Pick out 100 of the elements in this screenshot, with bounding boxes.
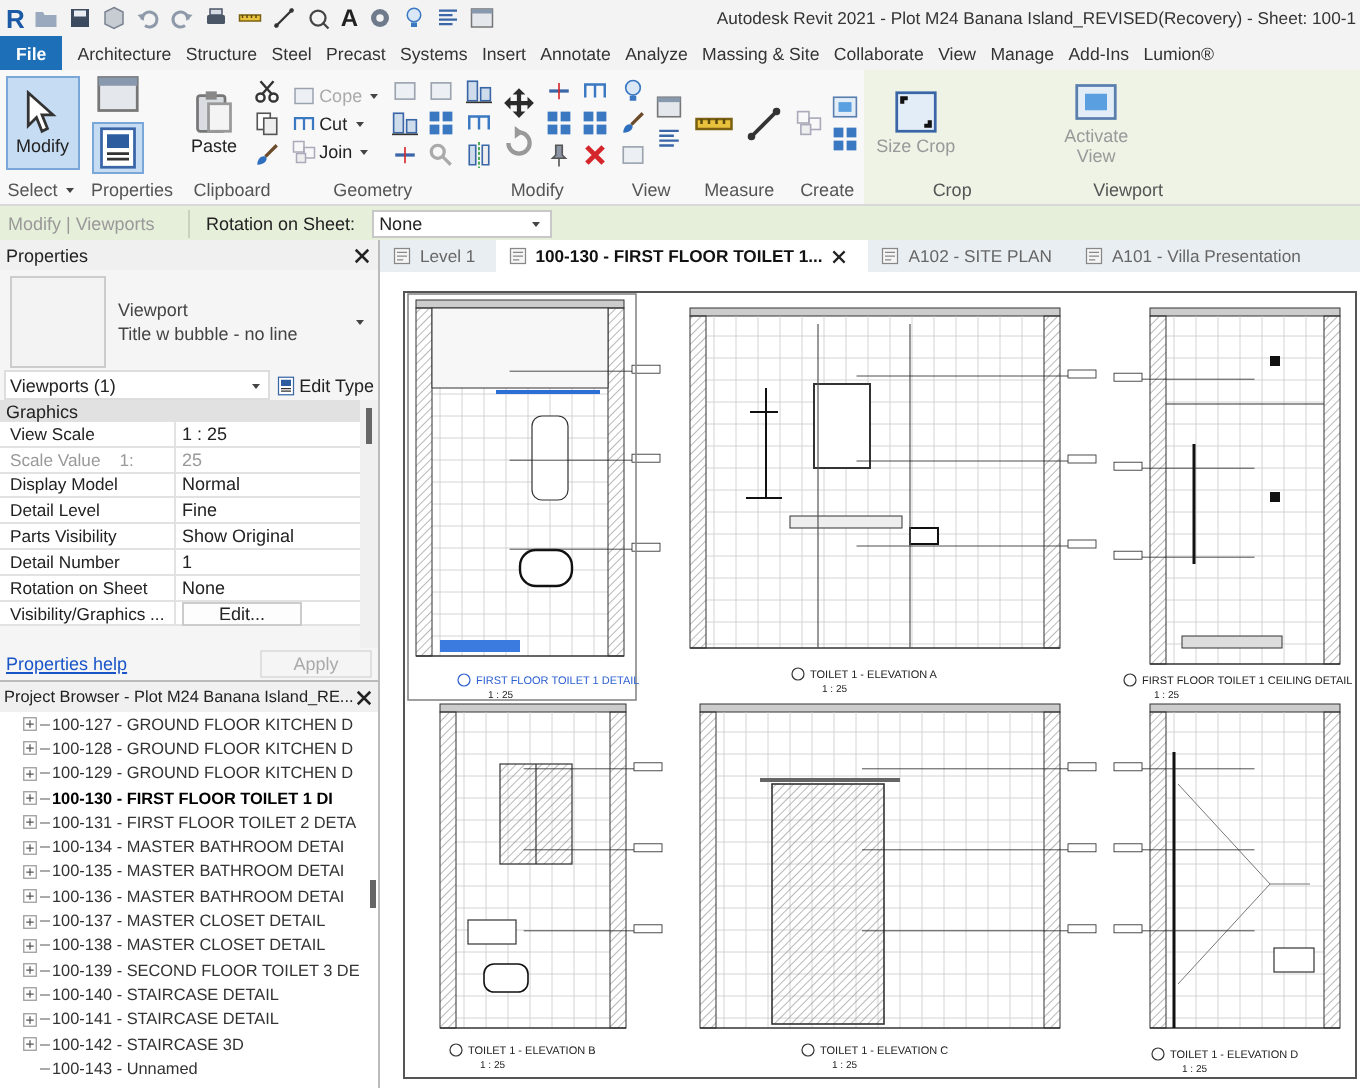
grid-icon[interactable] xyxy=(428,110,455,136)
ribbon-tab[interactable]: Analyze xyxy=(617,36,695,70)
group-header[interactable]: Graphics xyxy=(0,400,360,422)
view-icon[interactable] xyxy=(832,94,859,120)
ribbon-tab[interactable]: Precast xyxy=(318,36,393,70)
property-value[interactable]: Fine xyxy=(176,498,360,523)
property-value[interactable]: 1 : 25 xyxy=(176,422,360,446)
ribbon-tab[interactable]: Steel xyxy=(264,36,319,70)
browser-item[interactable]: 100-137 - MASTER CLOSET DETAIL xyxy=(50,912,326,931)
expand-icon[interactable] xyxy=(20,935,40,956)
type-selector[interactable]: Viewport Title w bubble - no line xyxy=(4,274,374,370)
dimension-icon[interactable] xyxy=(272,6,297,30)
file-tab[interactable]: File xyxy=(0,36,63,70)
expand-icon[interactable] xyxy=(20,984,40,1005)
ribbon-tab[interactable]: Annotate xyxy=(533,36,618,70)
offset-icon[interactable] xyxy=(582,78,609,104)
browser-item[interactable]: 100-143 - Unnamed xyxy=(50,1059,198,1078)
mirror-icon[interactable] xyxy=(466,142,493,168)
offset-icon[interactable] xyxy=(466,110,493,136)
grid-icon[interactable] xyxy=(832,126,859,152)
browser-item[interactable]: 100-140 - STAIRCASE DETAIL xyxy=(50,985,279,1004)
document-tab[interactable]: Level 1 xyxy=(380,240,496,272)
ribbon-tab[interactable]: Massing & Site xyxy=(694,36,827,70)
document-tab[interactable]: A102 - SITE PLAN xyxy=(868,240,1072,272)
text-tool-button[interactable]: A xyxy=(340,4,359,32)
expand-icon[interactable] xyxy=(20,1009,40,1030)
scrollbar[interactable] xyxy=(370,880,376,908)
window-icon[interactable] xyxy=(656,94,683,120)
expand-icon[interactable] xyxy=(20,886,40,907)
close-icon[interactable] xyxy=(352,245,372,265)
delete-icon[interactable] xyxy=(582,142,609,168)
split-icon[interactable] xyxy=(392,142,419,168)
ribbon-button[interactable]: Modify xyxy=(6,75,80,171)
ribbon-tab[interactable]: View xyxy=(931,36,984,70)
rotation-dropdown[interactable]: None xyxy=(371,209,552,237)
property-value[interactable]: Normal xyxy=(176,473,360,497)
elevation-drawing[interactable] xyxy=(699,703,1097,1029)
save-icon[interactable] xyxy=(68,6,93,30)
bulb-icon[interactable] xyxy=(402,6,427,30)
grid-icon[interactable] xyxy=(546,110,573,136)
edit-button[interactable]: Edit... xyxy=(182,601,302,626)
ribbon-button[interactable]: Paste xyxy=(185,83,244,163)
align-icon[interactable] xyxy=(466,78,493,104)
ribbon-tab[interactable]: Insert xyxy=(474,36,534,70)
scissors-icon[interactable] xyxy=(253,78,280,104)
expand-icon[interactable] xyxy=(20,911,40,932)
browser-item[interactable]: 100-129 - GROUND FLOOR KITCHEN D xyxy=(50,764,354,783)
search-icon[interactable] xyxy=(428,142,455,168)
printer-icon[interactable] xyxy=(204,6,229,30)
instance-dropdown[interactable]: Viewports (1) xyxy=(4,370,270,400)
move-icon[interactable] xyxy=(502,86,537,120)
document-tab[interactable]: A101 - Villa Presentation xyxy=(1071,240,1321,272)
ribbon-tab[interactable]: Add-Ins xyxy=(1061,36,1137,70)
expand-icon[interactable] xyxy=(20,837,40,858)
dimension-icon[interactable] xyxy=(744,103,785,143)
box-icon[interactable] xyxy=(428,78,455,104)
ribbon-tab[interactable]: Systems xyxy=(392,36,475,70)
align-icon[interactable] xyxy=(392,110,419,136)
pin-icon[interactable] xyxy=(546,142,573,168)
expand-icon[interactable] xyxy=(20,763,40,784)
folder-icon[interactable] xyxy=(34,6,59,30)
expand-icon[interactable] xyxy=(20,960,40,981)
selection-frame[interactable] xyxy=(407,293,637,701)
cube-icon[interactable] xyxy=(102,6,127,30)
browser-item[interactable]: 100-142 - STAIRCASE 3D xyxy=(50,1035,244,1054)
document-tab[interactable]: 100-130 - FIRST FLOOR TOILET 1... xyxy=(495,240,869,272)
elevation-drawing[interactable] xyxy=(1113,703,1341,1029)
ribbon-button[interactable]: Join xyxy=(291,139,373,163)
ribbon-tab[interactable]: Structure xyxy=(178,36,265,70)
browser-item[interactable]: 100-131 - FIRST FLOOR TOILET 2 DETA xyxy=(50,813,357,832)
elevation-drawing[interactable] xyxy=(1113,307,1341,665)
property-value[interactable]: None xyxy=(176,575,360,600)
browser-item[interactable]: 100-141 - STAIRCASE DETAIL xyxy=(50,1010,279,1029)
close-icon[interactable] xyxy=(354,687,374,707)
ribbon-tab[interactable]: Manage xyxy=(983,36,1062,70)
undo-icon[interactable] xyxy=(136,6,161,30)
window-icon[interactable] xyxy=(470,6,495,30)
elevation-drawing[interactable] xyxy=(689,307,1097,649)
ribbon-tab[interactable]: Architecture xyxy=(70,36,179,70)
copy-icon[interactable] xyxy=(253,110,280,136)
elevation-drawing[interactable] xyxy=(439,703,663,1029)
browser-item[interactable]: 100-135 - MASTER BATHROOM DETAI xyxy=(50,862,345,881)
help-link[interactable]: Properties help xyxy=(6,654,128,674)
list-icon[interactable] xyxy=(436,6,461,30)
expand-icon[interactable] xyxy=(20,812,40,833)
window-icon[interactable] xyxy=(95,72,140,116)
brush-icon[interactable] xyxy=(253,142,280,168)
scrollbar[interactable] xyxy=(360,400,378,648)
redo-icon[interactable] xyxy=(170,6,195,30)
expand-icon[interactable] xyxy=(20,714,40,735)
expand-icon[interactable] xyxy=(20,861,40,882)
browser-item[interactable]: 100-139 - SECOND FLOOR TOILET 3 DE xyxy=(50,961,360,980)
elevation-drawing[interactable] xyxy=(415,299,661,657)
property-value[interactable]: Show Original xyxy=(176,524,360,548)
expand-icon[interactable] xyxy=(20,1034,40,1054)
ribbon-tab[interactable]: Lumion® xyxy=(1136,36,1222,70)
browser-item[interactable]: 100-128 - GROUND FLOOR KITCHEN D xyxy=(50,739,354,758)
settings-icon[interactable] xyxy=(368,6,393,30)
edit-type-button[interactable]: Edit Type xyxy=(275,375,374,395)
type-properties-button[interactable] xyxy=(91,122,144,174)
